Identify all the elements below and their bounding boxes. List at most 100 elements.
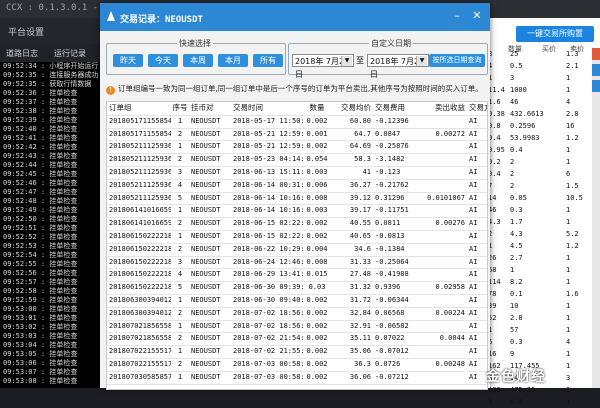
date-to-picker[interactable]: 2018年 7月26日 ▼ [367,54,429,79]
cell-seq: 2 [177,155,183,164]
this-week-button[interactable]: 本周 [183,54,213,67]
cell-fee: -0.123 [375,168,401,176]
right-cell: 1 [566,398,571,406]
col-header-profit[interactable]: 卖出收益 [425,102,465,115]
col-header-group[interactable]: 订单组 [109,102,171,115]
table-row[interactable]: 201806150222218 1 NEOUSDT 2018-06-15 02:22:… [107,230,487,244]
col-header-seq[interactable]: 序号 [171,102,189,115]
cell-avgprice: 36.06 [349,372,371,381]
col-header-fee[interactable]: 交易费用 [375,102,425,115]
right-cell: 1 [566,158,571,166]
cell-seq: 5 [177,193,183,202]
table-row[interactable]: 201806150222218 4 NEOUSDT 2018-06-29 13:41:… [107,268,487,283]
cell-mode: AI [469,219,478,228]
log-line: 09:53:02 : 挂单检查 [3,323,78,331]
cell-avgprice: 39.17 [349,206,371,215]
table-row[interactable]: 201805171155854 2 NEOUSDT 2018-05-21 12:59:… [107,128,487,142]
chevron-down-icon[interactable]: ▼ [341,56,352,66]
tab-log[interactable]: 道路日志 [6,48,38,59]
table-row[interactable]: 201805211125936 2 NEOUSDT 2018-05-23 04:14:… [107,153,487,167]
log-line: 09:52:44 : 挂单检查 [3,161,78,169]
table-row[interactable]: 201805211125936 5 NEOUSDT 2018-06-14 10:16:… [107,192,487,206]
this-month-button[interactable]: 本月 [218,54,248,67]
right-cell: 39 [488,302,497,310]
cell-mode: AI [469,155,478,164]
log-line: 09:52:41 : 挂单检查 [3,134,78,142]
right-scrollbar[interactable] [592,48,600,388]
cell-avgprice: 41 [362,168,371,176]
cell-seq: 2 [177,219,183,228]
cell-seq: 1 [177,347,183,356]
app-toolbar[interactable]: 平台设置 [0,18,100,44]
platform-settings-label[interactable]: 平台设置 [8,25,44,38]
table-row[interactable]: 201806150222218 2 NEOUSDT 2018-06-22 10:29:… [107,243,487,257]
today-button[interactable]: 今天 [148,54,178,67]
cell-seq: 2 [177,308,183,317]
table-row[interactable]: 201807022155517 2 NEOUSDT 2018-07-03 00:58:… [107,358,487,372]
log-line: 09:52:51 : 挂单检查 [3,224,78,232]
dialog-titlebar[interactable]: 交易记录：NEOUSDT – ✕ [100,3,490,31]
cell-pair: NEOUSDT [191,347,221,356]
cell-group: 201805211125936 [109,193,171,202]
table-row[interactable]: 201806150222218 3 NEOUSDT 2018-06-24 12:46:… [107,256,487,270]
close-icon[interactable]: ✕ [470,9,484,23]
table-row[interactable]: 201805171155854 1 NEOUSDT 2018-05-17 11:50:… [107,115,487,129]
table-row[interactable]: 201807030585857 1 NEOUSDT 2018-07-03 00:58:… [107,371,487,385]
side-tab-blue[interactable] [592,64,600,76]
tab-run-records[interactable]: 运行记录 [54,48,86,59]
cell-fee: -0.25876 [375,142,409,151]
cell-group: 201805211125936 [109,142,171,151]
right-cell: 10.5 [566,194,583,202]
table-row[interactable]: 201807021856558 2 NEOUSDT 2018-07-02 21:54:… [107,332,487,347]
chevron-down-icon[interactable]: ▼ [416,56,427,66]
cell-seq: 2 [177,244,183,253]
table-row[interactable]: 201805211125936 4 NEOUSDT 2018-06-14 00:31:… [107,179,487,193]
table-row[interactable]: 201807022155517 1 NEOUSDT 2018-07-02 21:55:… [107,345,487,359]
right-cell: 1.2 [566,134,579,142]
cell-fee: -0.1384 [375,244,405,253]
table-row[interactable]: 201806300394012 2 NEOUSDT 2018-07-02 18:56:… [107,307,487,321]
cell-pair: NEOUSDT [191,308,221,317]
cell-qty: 0.003 [306,206,328,215]
all-button[interactable]: 所有 [253,54,283,67]
cell-mode: AI [469,206,478,215]
minimize-icon[interactable]: – [450,9,464,23]
cell-pair: NEOUSDT [191,283,221,292]
yesterday-button[interactable]: 昨天 [113,54,143,67]
col-header-pair[interactable]: 挂币对 [191,102,233,115]
log-line: 09:53:00 : 挂单检查 [3,305,78,313]
trade-records-table[interactable]: 订单组 序号 挂币对 交易时间 数量 交易均价 交易费用 卖出收益 交易方式 2… [106,101,488,390]
table-row[interactable]: 201806300394012 1 NEOUSDT 2018-06-30 09:40:… [107,294,487,308]
cell-qty: 0.001 [306,129,328,138]
cell-profit [425,230,465,243]
right-cell: 0.3 [510,206,523,214]
cell-group: 201805211125936 [109,155,171,164]
table-row[interactable]: 201806141016659 2 NEOUSDT 2018-06-15 02:22:… [107,217,487,231]
table-row[interactable]: 201807021856558 1 NEOUSDT 2018-07-02 18:56:… [107,320,487,334]
side-tab-red[interactable] [592,48,600,60]
col-header-mode[interactable]: 交易方式 [469,102,487,115]
one-click-button[interactable]: 一键交易所购置 [516,26,594,42]
cell-mode: AI [469,308,478,317]
col-header-qty[interactable]: 数量 [303,102,331,115]
trade-records-dialog: 交易记录：NEOUSDT – ✕ 快速选择 昨天 今天 本周 本月 所有 自定义… [100,3,490,390]
cell-qty: 0.002 [306,334,328,343]
date-from-picker[interactable]: 2018年 7月26日 ▼ [292,54,354,79]
right-cell: 1 [488,74,493,82]
table-row[interactable]: 201806150222218 5 NEOUSDT 2018-06-30 09:39:… [107,281,487,295]
cell-qty: 0.003 [306,168,328,176]
cell-profit [425,268,465,281]
cell-time: 2018-06-14 10:16:59 [233,206,303,215]
col-header-avgprice[interactable]: 交易均价 [331,102,371,115]
log-line: 09:52:34 : 小程序开始运行... [3,62,100,70]
table-row[interactable]: 201805211125936 3 NEOUSDT 2018-06-13 15:11:… [107,166,487,180]
right-cell: 0.2 [488,158,501,166]
cell-time: 2018-07-02 18:56:58 [233,321,303,330]
table-row[interactable]: 201806141016659 1 NEOUSDT 2018-06-14 10:16:… [107,204,487,219]
right-cell: 0.05 [510,194,527,202]
col-header-time[interactable]: 交易时间 [233,102,303,115]
side-tab-blue-2[interactable] [592,80,600,92]
query-by-date-button[interactable]: 按所选日期查询 [429,54,485,67]
cell-seq: 2 [177,129,183,138]
table-row[interactable]: 201805211125936 1 NEOUSDT 2018-05-21 12:59:… [107,140,487,155]
